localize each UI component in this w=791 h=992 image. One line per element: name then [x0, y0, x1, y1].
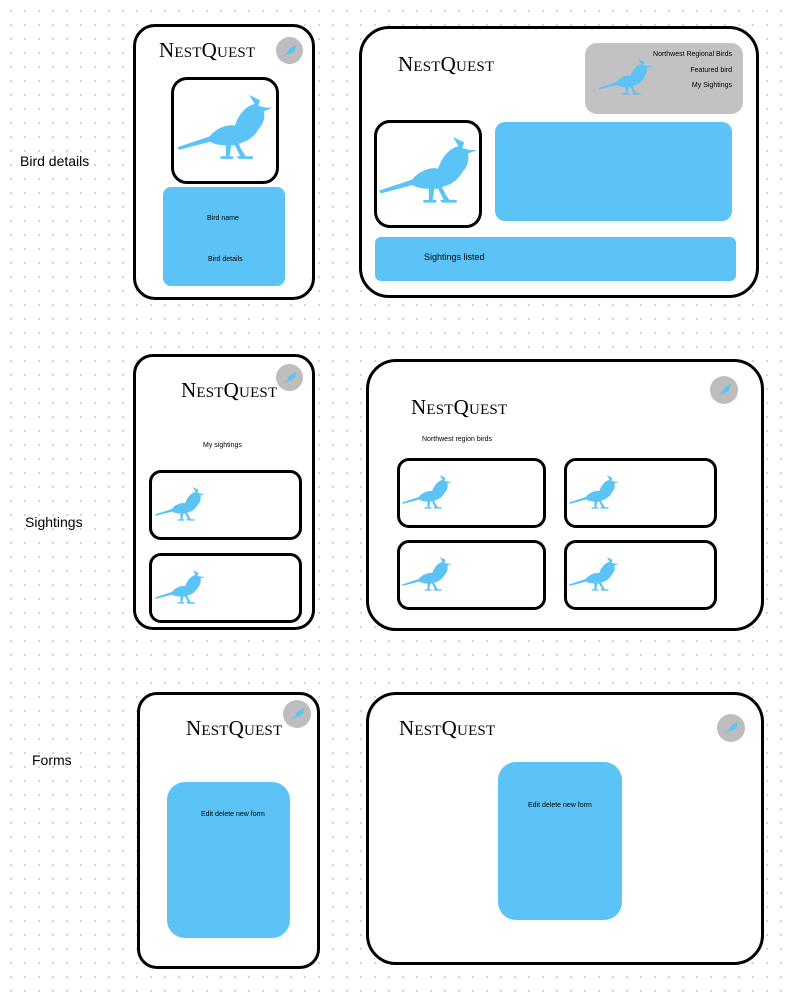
sightings-desktop-frame: NESTQUEST Northwest region birds: [366, 359, 764, 631]
form-label: Edit delete new form: [528, 802, 592, 809]
profile-avatar[interactable]: [283, 700, 311, 728]
profile-avatar[interactable]: [710, 376, 738, 404]
nav-menu: Northwest Regional Birds Featured bird M…: [585, 43, 743, 114]
logo: NESTQUEST: [159, 38, 256, 62]
profile-avatar[interactable]: [276, 37, 303, 64]
bird-details-mobile-frame: NESTQUEST Bird name Bird details: [133, 24, 315, 300]
profile-avatar[interactable]: [276, 364, 303, 391]
bird-card[interactable]: [564, 540, 717, 610]
bird-details-label: Bird details: [208, 256, 243, 263]
nav-item-featured-bird[interactable]: Featured bird: [690, 67, 732, 74]
bird-info-panel: [495, 122, 732, 221]
logo: NESTQUEST: [411, 395, 508, 419]
nav-item-my-sightings[interactable]: My Sightings: [692, 82, 732, 89]
form-panel[interactable]: Edit delete new form: [167, 782, 290, 938]
sightings-listed-panel: Sightings listed: [375, 237, 736, 281]
forms-mobile-frame: NESTQUEST Edit delete new form: [137, 692, 320, 969]
bird-card[interactable]: [397, 458, 546, 528]
bird-icon: [716, 383, 733, 397]
blue-jay-icon: [401, 557, 453, 595]
blue-jay-icon: [568, 557, 620, 595]
form-label: Edit delete new form: [201, 811, 265, 818]
page-title: Northwest region birds: [422, 436, 493, 443]
row-label-forms: Forms: [32, 752, 72, 768]
forms-desktop-frame: NESTQUEST Edit delete new form: [366, 692, 764, 965]
bird-image: [171, 77, 279, 184]
form-panel[interactable]: Edit delete new form: [498, 762, 622, 920]
blue-jay-icon: [401, 475, 453, 513]
row-label-sightings: Sightings: [25, 514, 83, 530]
bird-icon: [723, 721, 740, 735]
bird-info-panel: Bird name Bird details: [163, 187, 285, 286]
logo: NESTQUEST: [186, 716, 283, 740]
bird-icon: [597, 59, 653, 99]
bird-details-desktop-frame: NESTQUEST Northwest Regional Birds Featu…: [359, 26, 759, 298]
bird-icon: [289, 707, 306, 721]
sighting-card[interactable]: [149, 553, 302, 623]
blue-jay-icon: [154, 487, 206, 525]
logo: NESTQUEST: [181, 378, 278, 402]
bird-card[interactable]: [397, 540, 546, 610]
page-title: My sightings: [203, 442, 242, 449]
profile-avatar[interactable]: [717, 714, 745, 742]
bird-icon: [281, 371, 298, 385]
sightings-mobile-frame: NESTQUEST My sightings: [133, 354, 315, 630]
nav-item-northwest-regional-birds[interactable]: Northwest Regional Birds: [653, 51, 732, 58]
logo: NESTQUEST: [398, 52, 495, 76]
sightings-listed-label: Sightings listed: [424, 252, 485, 262]
bird-name-label: Bird name: [207, 215, 239, 222]
featured-bird-image: [374, 120, 482, 228]
blue-jay-icon: [377, 137, 479, 211]
blue-jay-icon: [568, 475, 620, 513]
logo: NESTQUEST: [399, 716, 496, 740]
sighting-card[interactable]: [149, 470, 302, 540]
blue-jay-icon: [154, 570, 206, 608]
blue-jay-icon: [175, 95, 275, 167]
row-label-bird-details: Bird details: [20, 153, 90, 169]
bird-card[interactable]: [564, 458, 717, 528]
bird-icon: [281, 44, 298, 58]
